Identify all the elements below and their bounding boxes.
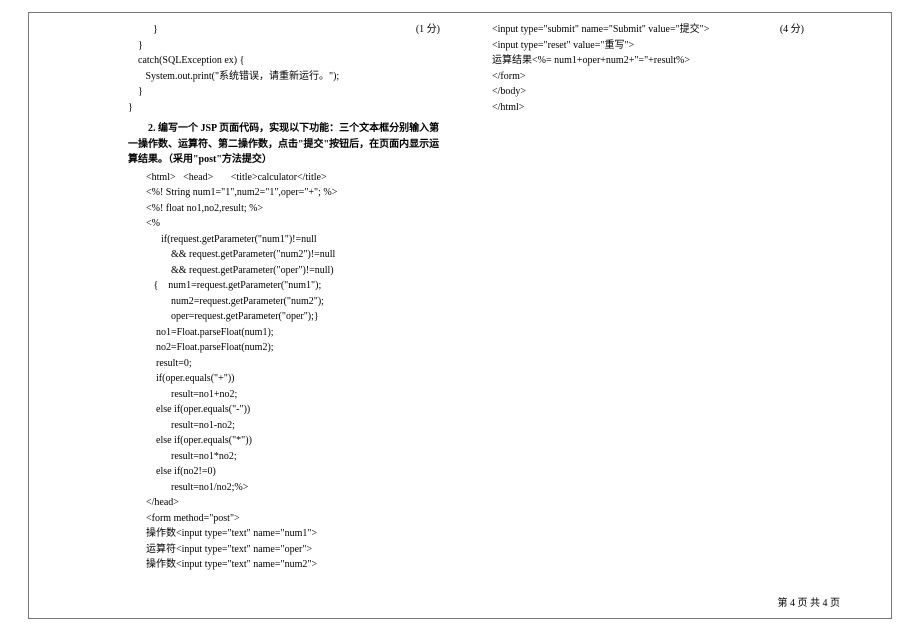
code-line: 操作数<input type="text" name="num1"> <box>146 526 448 542</box>
code-line: </head> <box>146 495 448 511</box>
code-line: { num1=request.getParameter("num1"); <box>146 278 448 294</box>
code-block-3: (4 分) <input type="submit" name="Submit"… <box>492 22 812 115</box>
code-line: } <box>128 38 448 54</box>
code-line: result=no1+no2; <box>146 387 448 403</box>
code-line: } <box>128 84 448 100</box>
code-line: <input type="reset" value="重写"> <box>492 38 812 54</box>
code-block-2: <html> <head> <title>calculator</title> … <box>128 170 448 573</box>
code-line: else if(no2!=0) <box>146 464 448 480</box>
code-line: else if(oper.equals("*")) <box>146 433 448 449</box>
code-line: </html> <box>492 100 812 116</box>
code-line: && request.getParameter("oper")!=null) <box>146 263 448 279</box>
code-line: } <box>128 100 448 116</box>
code-line: <%! String num1="1",num2="1",oper="+"; %… <box>146 185 448 201</box>
code-line: <html> <head> <title>calculator</title> <box>146 170 448 186</box>
question-content: 2. 编写一个 JSP 页面代码，实现以下功能：三个文本框分别输入第一操作数、运… <box>128 123 439 165</box>
question-text: 2. 编写一个 JSP 页面代码，实现以下功能：三个文本框分别输入第一操作数、运… <box>128 121 448 168</box>
code-line: catch(SQLException ex) { <box>128 53 448 69</box>
score-1: (1 分) <box>416 22 440 38</box>
code-line: oper=request.getParameter("oper");} <box>146 309 448 325</box>
left-column: (1 分) } } catch(SQLException ex) { Syste… <box>128 22 448 573</box>
code-line: result=no1-no2; <box>146 418 448 434</box>
right-column: (4 分) <input type="submit" name="Submit"… <box>492 22 812 573</box>
code-line: 运算符<input type="text" name="oper"> <box>146 542 448 558</box>
code-line: System.out.print("系统错误，请重新运行。"); <box>128 69 448 85</box>
score-2: (4 分) <box>780 22 804 38</box>
code-line: if(request.getParameter("num1")!=null <box>146 232 448 248</box>
code-line: <%! float no1,no2,result; %> <box>146 201 448 217</box>
code-line: </body> <box>492 84 812 100</box>
code-line: result=no1*no2; <box>146 449 448 465</box>
code-line: <input type="submit" name="Submit" value… <box>492 22 812 38</box>
code-line: } <box>128 22 448 38</box>
code-line: else if(oper.equals("-")) <box>146 402 448 418</box>
content-columns: (1 分) } } catch(SQLException ex) { Syste… <box>40 22 880 573</box>
code-line: <form method="post"> <box>146 511 448 527</box>
code-line: 运算结果<%= num1+oper+num2+"="+result%> <box>492 53 812 69</box>
code-line: <% <box>146 216 448 232</box>
code-line: no2=Float.parseFloat(num2); <box>146 340 448 356</box>
code-line: no1=Float.parseFloat(num1); <box>146 325 448 341</box>
code-line: if(oper.equals("+")) <box>146 371 448 387</box>
code-line: && request.getParameter("num2")!=null <box>146 247 448 263</box>
page-footer: 第 4 页 共 4 页 <box>778 596 841 612</box>
code-line: result=no1/no2;%> <box>146 480 448 496</box>
code-line: </form> <box>492 69 812 85</box>
code-line: num2=request.getParameter("num2"); <box>146 294 448 310</box>
code-block-1: (1 分) } } catch(SQLException ex) { Syste… <box>128 22 448 115</box>
code-line: 操作数<input type="text" name="num2"> <box>146 557 448 573</box>
code-line: result=0; <box>146 356 448 372</box>
